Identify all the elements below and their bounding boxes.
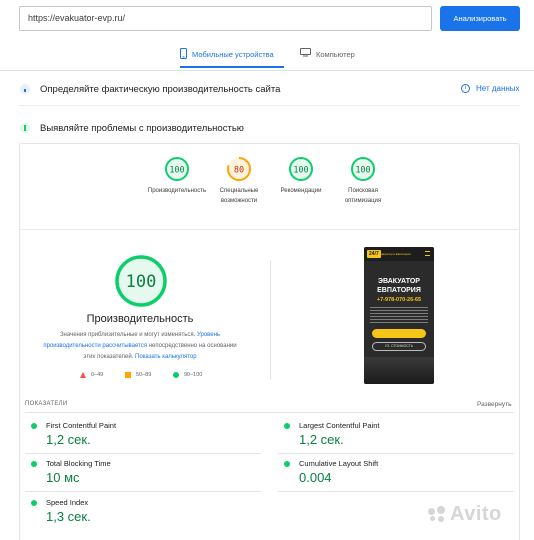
pass-circle-icon — [284, 423, 290, 429]
metric-name: Cumulative Layout Shift — [299, 459, 379, 468]
screenshot-cost-button: УЗ. СТОИМОСТЬ — [372, 342, 426, 351]
performance-title: Производительность — [86, 313, 194, 325]
category-label: Производительность — [147, 188, 207, 194]
category-gauge[interactable]: 100 — [350, 156, 376, 182]
metric-name: Speed Index — [46, 498, 89, 507]
diagnostics-title: Выявляйте проблемы с производительностью — [40, 123, 244, 134]
metric-value: 0.004 — [299, 470, 332, 485]
performance-description: Значения приблизительные и могут изменят… — [37, 330, 243, 363]
metric-name: First Contentful Paint — [46, 421, 117, 430]
watermark-text: Avito — [450, 503, 502, 525]
legend-fail-label: 0–49 — [91, 372, 104, 378]
legend-fail: 0–49 — [80, 372, 103, 378]
heading-line2: ЕВПАТОРИЯ — [377, 287, 421, 294]
tab-mobile[interactable]: Мобильные устройства — [180, 46, 284, 68]
category-gauge[interactable]: 80 — [226, 156, 252, 182]
smartphone-icon — [180, 48, 187, 59]
metric-name: Largest Contentful Paint — [299, 421, 380, 430]
avito-logo-icon — [428, 505, 446, 524]
desktop-icon — [300, 48, 311, 57]
pass-circle-icon — [31, 461, 37, 467]
no-data-label: Нет данных — [476, 84, 520, 93]
pass-circle-icon — [31, 500, 37, 506]
screenshot-slogan: Эвакуатор в Евпатории — [378, 252, 411, 256]
metric-divider — [278, 491, 514, 492]
avito-watermark: Avito — [428, 503, 502, 526]
no-data-link[interactable]: i Нет данных — [461, 84, 520, 93]
performance-gauge[interactable]: 100 — [114, 254, 168, 308]
section-divider — [19, 105, 520, 106]
categories-divider — [19, 229, 520, 230]
category-score: 100 — [355, 166, 370, 176]
desc-prefix: Значения приблизительные и могут изменят… — [59, 332, 197, 338]
metric-name: Total Blocking Time — [46, 459, 111, 468]
screenshot-road-image — [364, 357, 434, 384]
tab-mobile-label: Мобильные устройства — [192, 50, 274, 59]
metrics-divider — [25, 412, 514, 413]
diagnose-dot-icon — [20, 123, 30, 133]
screenshot-phone: +7-978-070-26-65 — [376, 297, 422, 303]
heading-line1: ЭВАКУАТОР — [378, 278, 420, 285]
legend-pass: 90–100 — [173, 372, 202, 378]
expand-metrics-button[interactable]: Развернуть — [477, 401, 511, 408]
performance-score: 100 — [126, 272, 157, 292]
metric-value: 1,2 сек. — [299, 432, 344, 447]
category-score: 80 — [234, 166, 244, 176]
device-tabs: Мобильные устройства Компьютер — [0, 44, 534, 70]
info-dot-icon — [20, 84, 30, 94]
tab-desktop-label: Компьютер — [316, 50, 355, 59]
tabs-divider — [0, 70, 534, 71]
metric-value: 10 мс — [46, 470, 80, 485]
metric-value: 1,2 сек. — [46, 432, 91, 447]
legend-average: 50–89 — [125, 372, 151, 378]
field-data-title: Определяйте фактическую производительнос… — [40, 84, 281, 95]
hamburger-icon — [425, 251, 430, 256]
metric-value: 1,3 сек. — [46, 509, 91, 524]
category-score: 100 — [293, 166, 308, 176]
metric-divider — [25, 453, 261, 454]
url-input[interactable]: https://evakuator-evp.ru/ — [19, 6, 432, 31]
legend-average-label: 50–89 — [136, 372, 152, 378]
category-label: Поисковая оптимизация — [344, 188, 382, 204]
info-icon: i — [461, 84, 470, 93]
screenshot-text-block — [370, 307, 428, 323]
analyze-button[interactable]: Анализировать — [440, 6, 520, 31]
screenshot-heading: ЭВАКУАТОР ЕВПАТОРИЯ — [364, 277, 434, 295]
screenshot-cta-button — [372, 329, 426, 338]
square-icon — [125, 372, 131, 378]
show-calculator-link[interactable]: Показать калькулятор — [135, 354, 197, 360]
pass-circle-icon — [284, 461, 290, 467]
triangle-icon — [80, 372, 86, 378]
metrics-label: ПОКАЗАТЕЛИ — [25, 401, 68, 407]
page-screenshot: 24/7 Эвакуатор в Евпатории ЭВАКУАТОР ЕВПА… — [364, 247, 434, 384]
category-gauge[interactable]: 100 — [164, 156, 190, 182]
metric-divider — [25, 491, 261, 492]
vertical-divider — [270, 260, 271, 380]
category-label: Специальные возможности — [219, 188, 259, 204]
legend-pass-label: 90–100 — [184, 372, 203, 378]
category-score: 100 — [169, 166, 184, 176]
metric-divider — [278, 453, 514, 454]
pass-circle-icon — [31, 423, 37, 429]
tab-desktop[interactable]: Компьютер — [300, 46, 370, 68]
category-label: Рекомендации — [280, 188, 322, 194]
category-gauge[interactable]: 100 — [288, 156, 314, 182]
circle-icon — [173, 372, 179, 378]
